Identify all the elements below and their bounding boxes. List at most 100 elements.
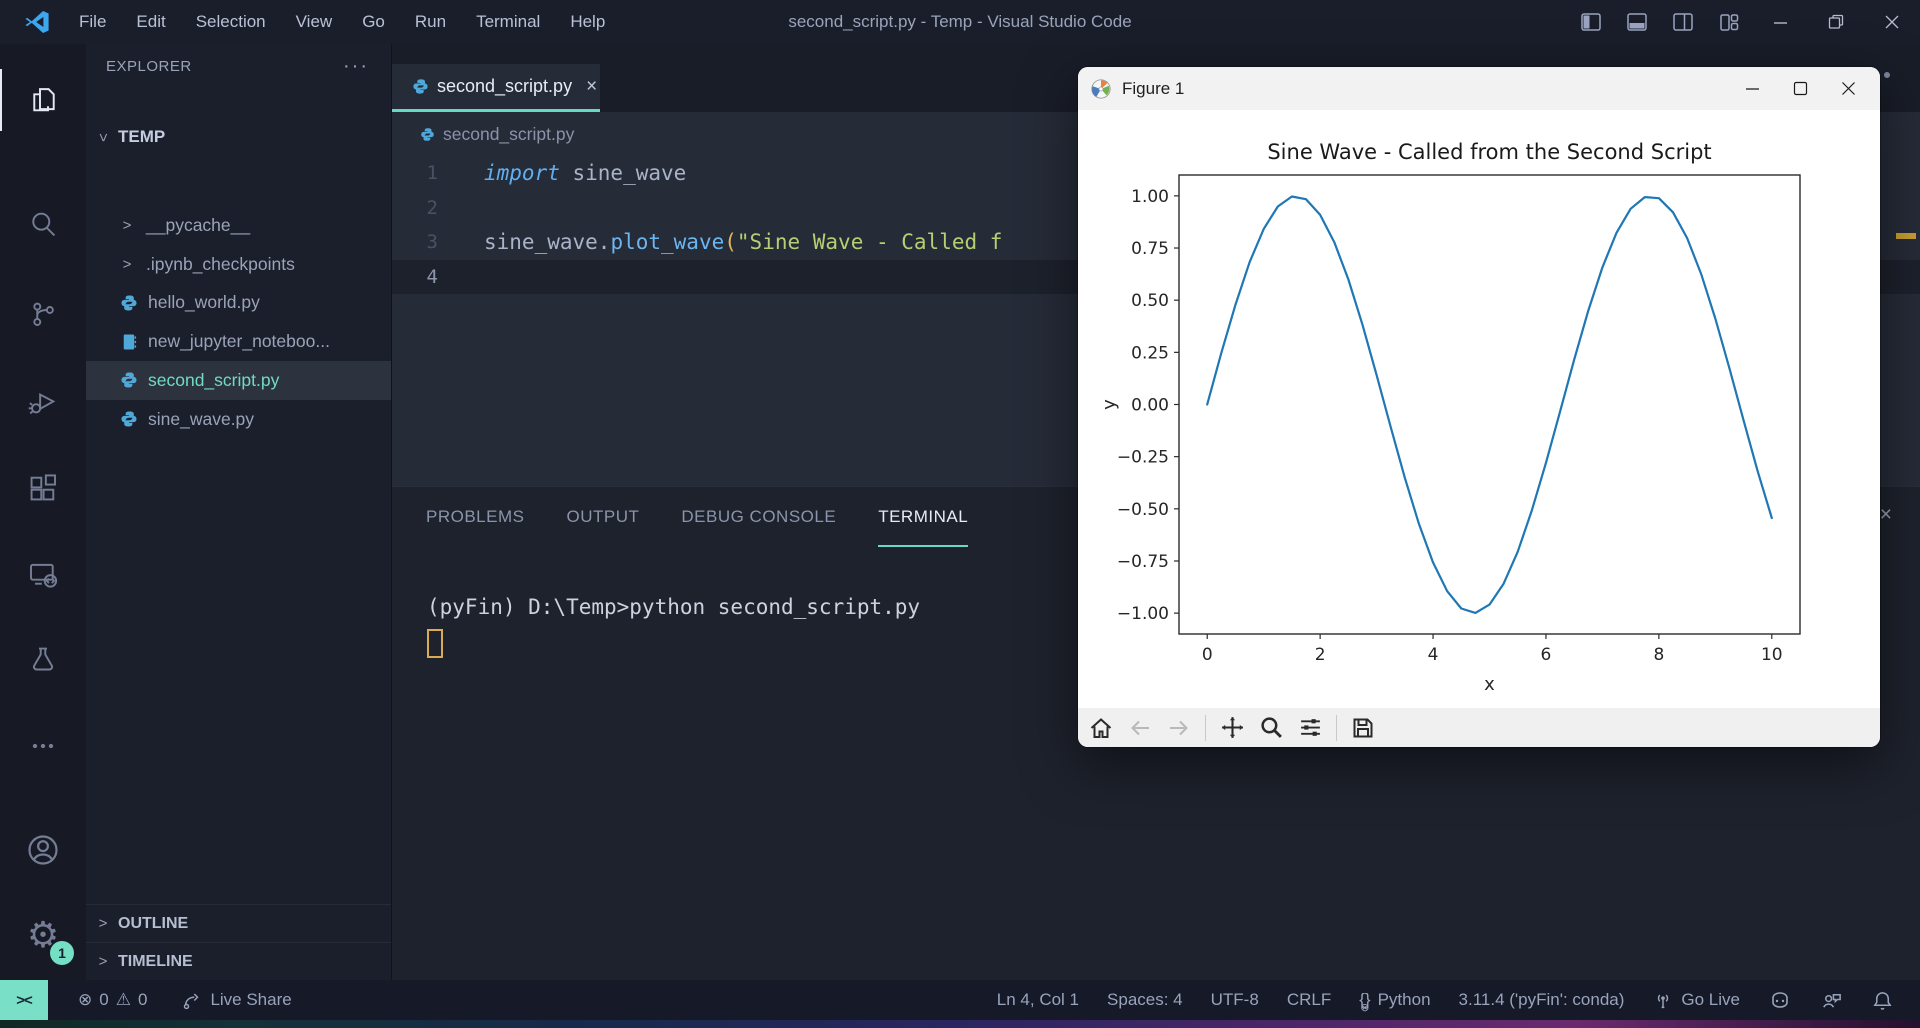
figure-plot-svg[interactable]: Sine Wave - Called from the Second Scrip…	[1078, 110, 1880, 708]
mpl-save-icon[interactable]	[1350, 715, 1376, 741]
python-file-icon	[412, 78, 429, 95]
svg-text:8: 8	[1653, 645, 1664, 665]
encoding-status[interactable]: UTF-8	[1211, 990, 1259, 1010]
overview-ruler-modified-mark	[1896, 233, 1916, 239]
copilot-status-icon[interactable]	[1768, 988, 1792, 1012]
sidebar-item-hello-world[interactable]: hello_world.py	[86, 283, 391, 322]
vscode-logo-icon	[24, 9, 50, 35]
figure-window-title: Figure 1	[1122, 79, 1184, 99]
svg-text:x: x	[1484, 674, 1495, 695]
sidebar-item-pycache[interactable]: > __pycache__	[86, 206, 391, 245]
figure-close-button[interactable]	[1824, 67, 1872, 110]
code-token-function: plot_wave	[610, 230, 724, 254]
mpl-home-icon[interactable]	[1088, 715, 1114, 741]
toggle-primary-sidebar-icon[interactable]	[1568, 0, 1614, 44]
menu-selection[interactable]: Selection	[181, 0, 281, 44]
feedback-icon[interactable]	[1820, 989, 1843, 1012]
menu-edit[interactable]: Edit	[121, 0, 180, 44]
svg-text:0.00: 0.00	[1131, 396, 1169, 416]
sidebar-item-ipynb-checkpoints[interactable]: > .ipynb_checkpoints	[86, 245, 391, 284]
activity-search-icon[interactable]	[0, 193, 86, 255]
tab-second-script[interactable]: second_script.py ×	[392, 64, 600, 112]
toggle-secondary-sidebar-icon[interactable]	[1660, 0, 1706, 44]
accounts-icon[interactable]	[0, 819, 86, 881]
figure-maximize-button[interactable]	[1776, 67, 1824, 110]
plot-canvas[interactable]: Sine Wave - Called from the Second Scrip…	[1078, 110, 1880, 708]
menu-view[interactable]: View	[281, 0, 348, 44]
title-bar: File Edit Selection View Go Run Terminal…	[0, 0, 1920, 44]
sidebar-item-sine-wave[interactable]: sine_wave.py	[86, 400, 391, 439]
activity-remote-explorer-icon[interactable]	[0, 543, 86, 605]
menu-terminal[interactable]: Terminal	[461, 0, 555, 44]
explorer-more-actions-icon[interactable]: ···	[343, 55, 369, 78]
file-label: __pycache__	[146, 215, 250, 236]
tab-label: second_script.py	[437, 76, 572, 97]
error-icon: ⊗	[78, 990, 92, 1010]
activity-more-icon[interactable]	[0, 715, 86, 777]
breadcrumb-label: second_script.py	[443, 124, 574, 145]
svg-text:0.75: 0.75	[1131, 239, 1169, 259]
matplotlib-logo-icon	[1090, 78, 1112, 100]
python-file-icon	[120, 371, 138, 389]
folder-section-label: TEMP	[118, 127, 165, 147]
status-bar: >< ⊗ 0 ⚠ 0 Live Share Ln 4, Col 1 Spaces…	[0, 980, 1920, 1020]
figure-title-bar[interactable]: Figure 1	[1078, 67, 1880, 110]
outline-label: OUTLINE	[118, 915, 188, 933]
error-count: 0	[99, 990, 108, 1010]
tab-close-icon[interactable]: ×	[586, 76, 597, 98]
figure-minimize-button[interactable]	[1728, 67, 1776, 110]
problems-status[interactable]: ⊗ 0 ⚠ 0	[78, 990, 147, 1010]
menu-run[interactable]: Run	[400, 0, 461, 44]
customize-layout-icon[interactable]	[1706, 0, 1752, 44]
tab-terminal[interactable]: TERMINAL	[878, 487, 968, 547]
live-share-status[interactable]: Live Share	[181, 989, 291, 1011]
file-label: second_script.py	[148, 370, 279, 391]
terminal-output-line[interactable]: (pyFin) D:\Temp>python second_script.py	[427, 595, 920, 619]
indentation-status[interactable]: Spaces: 4	[1107, 990, 1183, 1010]
svg-text:6: 6	[1541, 645, 1552, 665]
activity-extensions-icon[interactable]	[0, 457, 86, 519]
mpl-pan-icon[interactable]	[1219, 715, 1245, 741]
menu-file[interactable]: File	[64, 0, 121, 44]
line-number: 1	[392, 156, 470, 191]
activity-source-control-icon[interactable]	[0, 283, 86, 345]
window-restore-button[interactable]	[1808, 0, 1864, 44]
window-minimize-button[interactable]	[1752, 0, 1808, 44]
language-mode-status[interactable]: {}⊗ Python	[1359, 990, 1430, 1010]
mpl-forward-icon[interactable]	[1166, 715, 1192, 741]
code-token-keyword: import	[484, 161, 560, 185]
activity-explorer-icon[interactable]	[0, 69, 86, 131]
cursor-position-status[interactable]: Ln 4, Col 1	[997, 990, 1079, 1010]
toggle-panel-icon[interactable]	[1614, 0, 1660, 44]
notifications-bell-icon[interactable]	[1871, 989, 1894, 1012]
tab-output[interactable]: OUTPUT	[566, 487, 639, 547]
outline-section[interactable]: > OUTLINE	[86, 904, 391, 942]
svg-text:1.00: 1.00	[1131, 187, 1169, 207]
timeline-section[interactable]: > TIMELINE	[86, 942, 391, 980]
sidebar-item-second-script[interactable]: second_script.py	[86, 361, 391, 400]
window-close-button[interactable]	[1864, 0, 1920, 44]
python-interpreter-status[interactable]: 3.11.4 ('pyFin': conda)	[1459, 990, 1625, 1010]
mpl-configure-subplots-icon[interactable]	[1297, 715, 1323, 741]
explorer-sidebar: EXPLORER ··· > TEMP > __pycache__ > .ipy…	[86, 44, 392, 980]
go-live-label: Go Live	[1681, 990, 1740, 1010]
svg-text:0.25: 0.25	[1131, 343, 1169, 363]
folder-section-temp[interactable]: > TEMP	[86, 120, 391, 154]
activity-run-debug-icon[interactable]	[0, 371, 86, 433]
tab-debug-console[interactable]: DEBUG CONSOLE	[681, 487, 836, 547]
remote-indicator[interactable]: ><	[0, 980, 48, 1020]
tab-problems[interactable]: PROBLEMS	[426, 487, 524, 547]
figure-window[interactable]: Figure 1 Sine Wave - Called from the Sec…	[1078, 67, 1880, 747]
menu-go[interactable]: Go	[347, 0, 400, 44]
menu-help[interactable]: Help	[555, 0, 620, 44]
mpl-zoom-icon[interactable]	[1258, 715, 1284, 741]
sidebar-item-new-jupyter-notebook[interactable]: new_jupyter_noteboo...	[86, 322, 391, 361]
activity-testing-icon[interactable]	[0, 629, 86, 691]
eol-status[interactable]: CRLF	[1287, 990, 1331, 1010]
mpl-back-icon[interactable]	[1127, 715, 1153, 741]
language-label: Python	[1378, 990, 1431, 1010]
go-live-status[interactable]: Go Live	[1652, 989, 1740, 1011]
panel-close-icon[interactable]: ×	[1880, 503, 1892, 527]
chevron-right-icon: >	[96, 953, 110, 970]
settings-gear-icon[interactable]: ⚙ 1	[0, 905, 86, 967]
